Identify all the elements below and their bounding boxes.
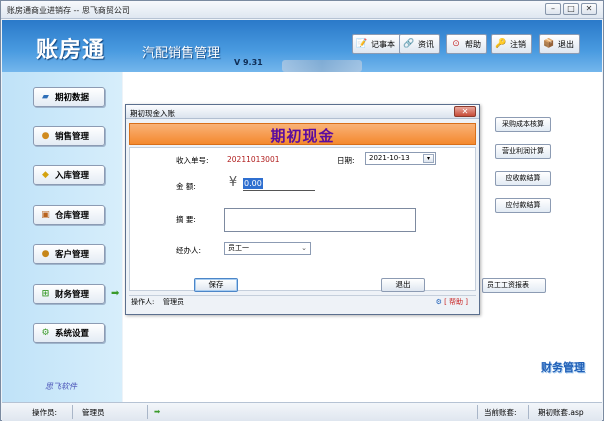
- account-name: 期初账套.asp: [538, 408, 584, 417]
- help-question-icon: ⚙: [435, 298, 442, 306]
- app-logo: 账房通: [36, 37, 106, 63]
- receivables-button[interactable]: 应收款结算: [495, 171, 551, 186]
- divider: [72, 405, 73, 419]
- receipt-no-value: 20211013001: [227, 155, 280, 164]
- window-title: 账房通商业进销存 -- 思飞商贸公司: [7, 6, 130, 15]
- dialog-status-bar: 操作人: 管理员 ⚙ [ 帮助 ]: [129, 295, 476, 309]
- nav-sales[interactable]: ● 销售管理: [33, 126, 105, 146]
- exit-icon: 📦: [543, 39, 555, 49]
- warehouse-icon: ▣: [41, 209, 50, 220]
- exit-button[interactable]: 📦 退出: [539, 34, 580, 54]
- active-arrow-icon: ➡: [111, 288, 120, 299]
- help-icon: ⊙: [452, 39, 460, 49]
- obscured-region: [282, 60, 362, 72]
- logout-icon: 🔑: [495, 39, 507, 49]
- notebook-button[interactable]: 📝 记事本: [352, 34, 401, 54]
- nav-customers[interactable]: ● 客户管理: [33, 244, 105, 264]
- memo-label: 摘 要:: [176, 215, 196, 224]
- account-label: 当前账套:: [484, 408, 517, 417]
- yen-icon: ¥: [228, 175, 238, 190]
- dialog-operator: 管理员: [163, 298, 184, 306]
- book-icon: ▰: [42, 91, 49, 102]
- app-window: 账房通商业进销存 -- 思飞商贸公司 – □ ✕ 账房通 汽配销售管理 V 9.…: [0, 0, 604, 421]
- info-icon: 🔗: [403, 39, 415, 49]
- memo-textarea[interactable]: [224, 208, 416, 232]
- handler-select[interactable]: 员工一 ⌄: [224, 242, 311, 255]
- settings-icon: ⚙: [41, 327, 50, 338]
- opening-cash-dialog: 期初现金入账 ✕ 期初现金 收入单号: 20211013001 日期: 2021…: [125, 104, 480, 315]
- title-bar: 账房通商业进销存 -- 思飞商贸公司 – □ ✕: [1, 1, 603, 19]
- payables-button[interactable]: 应付款结算: [495, 198, 551, 213]
- close-button[interactable]: ✕: [581, 3, 597, 15]
- dialog-form: 收入单号: 20211013001 日期: 2021-10-13 ▾ 金 额: …: [129, 147, 476, 292]
- operator-name: 管理员: [82, 408, 105, 417]
- dialog-header: 期初现金: [129, 123, 476, 145]
- dialog-help-link[interactable]: ⚙ [ 帮助 ]: [436, 296, 468, 309]
- status-arrow-icon: ➡: [154, 407, 161, 416]
- divider: [528, 405, 529, 419]
- logout-button[interactable]: 🔑 注销: [491, 34, 532, 54]
- date-picker[interactable]: 2021-10-13 ▾: [365, 152, 436, 165]
- notepad-icon: 📝: [356, 39, 368, 49]
- help-button[interactable]: ⊙ 帮助: [446, 34, 487, 54]
- chevron-down-icon: ⌄: [301, 244, 307, 252]
- dialog-exit-button[interactable]: 退出: [381, 278, 425, 292]
- dialog-operator-label: 操作人:: [131, 298, 155, 306]
- company-signature: 思飞软件: [45, 382, 77, 391]
- handler-label: 经办人:: [176, 246, 202, 255]
- customer-icon: ●: [41, 248, 50, 259]
- nav-opening-data[interactable]: ▰ 期初数据: [33, 87, 105, 107]
- app-name: 汽配销售管理: [142, 46, 221, 61]
- app-version: V 9.31: [234, 58, 263, 67]
- info-button[interactable]: 🔗 资讯: [399, 34, 440, 54]
- header-banner: 账房通 汽配销售管理 V 9.31 📝 记事本 🔗 资讯 ⊙ 帮助 🔑 注销 📦…: [2, 20, 602, 72]
- divider: [477, 405, 478, 419]
- left-nav-panel: [2, 72, 122, 402]
- nav-inbound[interactable]: ◆ 入库管理: [33, 165, 105, 185]
- receipt-no-label: 收入单号:: [176, 156, 209, 165]
- nav-settings[interactable]: ⚙ 系统设置: [33, 323, 105, 343]
- box-icon: ◆: [42, 169, 49, 180]
- date-label: 日期:: [337, 156, 355, 165]
- dialog-title: 期初现金入账: [130, 109, 175, 118]
- profit-calc-button[interactable]: 营业利润计算: [495, 144, 551, 159]
- amount-label: 金 额:: [176, 182, 196, 191]
- dialog-title-bar: 期初现金入账 ✕: [126, 105, 479, 119]
- dialog-close-button[interactable]: ✕: [454, 106, 476, 117]
- status-bar: 操作员: 管理员 ➡ 当前账套: 期初账套.asp: [2, 402, 602, 421]
- module-title: 财务管理: [541, 361, 585, 374]
- dialog-heading: 期初现金: [270, 127, 335, 145]
- nav-warehouse[interactable]: ▣ 仓库管理: [33, 205, 105, 225]
- finance-icon: ⊞: [41, 288, 50, 299]
- nav-finance[interactable]: ⊞ 财务管理: [33, 284, 105, 304]
- calendar-dropdown-icon[interactable]: ▾: [423, 154, 434, 163]
- salary-report-button[interactable]: 员工工资报表: [482, 278, 546, 293]
- divider: [147, 405, 148, 419]
- save-button[interactable]: 保存: [194, 278, 238, 292]
- minimize-button[interactable]: –: [545, 3, 561, 15]
- users-icon: ●: [41, 130, 50, 141]
- amount-input[interactable]: 0.00: [243, 178, 315, 191]
- maximize-button[interactable]: □: [563, 3, 579, 15]
- operator-label: 操作员:: [32, 408, 58, 417]
- purchase-cost-button[interactable]: 采购成本核算: [495, 117, 551, 132]
